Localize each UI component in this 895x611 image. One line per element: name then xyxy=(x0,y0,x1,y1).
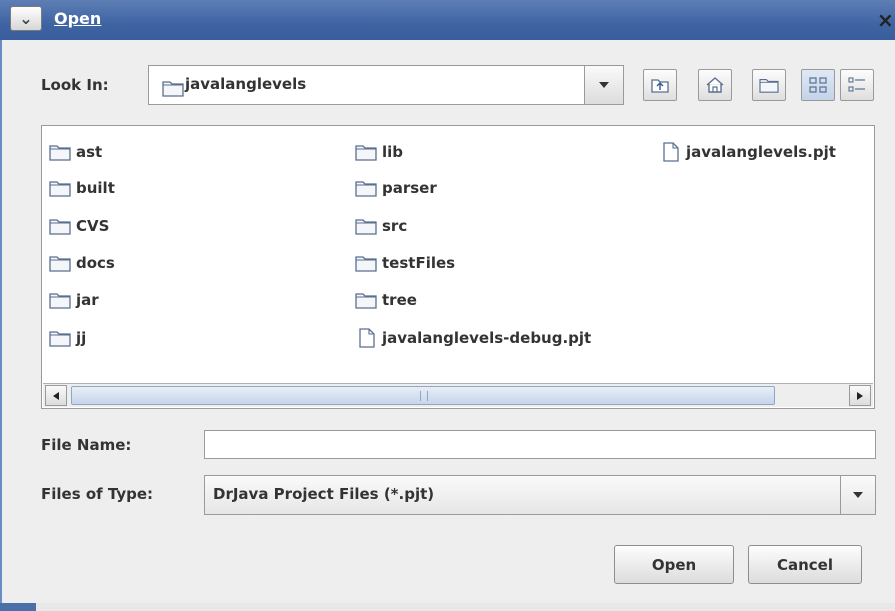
list-item[interactable]: testFiles xyxy=(354,251,455,275)
new-folder-button[interactable] xyxy=(752,69,786,101)
cancel-button[interactable]: Cancel xyxy=(748,545,862,584)
list-view-icon xyxy=(809,77,827,93)
window-bottom-border xyxy=(0,603,895,611)
look-in-combo[interactable]: javalanglevels xyxy=(148,65,624,105)
file-icon xyxy=(354,328,378,348)
folder-icon xyxy=(48,216,72,236)
item-label: tree xyxy=(382,291,417,309)
item-label: jar xyxy=(76,291,99,309)
folder-icon xyxy=(161,78,185,98)
open-dialog: ⌄ Open × Look In: javalanglevels ast bui… xyxy=(0,0,895,611)
window-left-border xyxy=(0,40,10,611)
item-label: javalanglevels.pjt xyxy=(686,143,836,161)
scrollbar-grip xyxy=(420,391,428,401)
item-label: CVS xyxy=(76,217,110,235)
arrow-left-icon xyxy=(53,391,59,400)
item-label: built xyxy=(76,179,115,197)
folder-icon xyxy=(48,142,72,162)
file-type-dropdown-button[interactable] xyxy=(840,476,875,514)
window-menu-button[interactable]: ⌄ xyxy=(10,6,42,31)
list-item[interactable]: ast xyxy=(48,140,102,164)
look-in-value: javalanglevels xyxy=(185,75,307,93)
list-item[interactable]: built xyxy=(48,176,115,200)
item-label: jj xyxy=(76,329,87,347)
scrollbar-thumb[interactable] xyxy=(71,386,775,405)
close-icon[interactable]: × xyxy=(877,8,895,32)
open-button-label: Open xyxy=(651,555,697,574)
folder-icon xyxy=(354,253,378,273)
item-label: src xyxy=(382,217,408,235)
folder-icon xyxy=(354,178,378,198)
title-bar: ⌄ Open × xyxy=(0,0,895,40)
folder-icon xyxy=(48,290,72,310)
list-item[interactable]: docs xyxy=(48,251,115,275)
list-item[interactable]: tree xyxy=(354,288,417,312)
folder-icon xyxy=(354,290,378,310)
home-button[interactable] xyxy=(698,69,732,101)
folder-icon xyxy=(48,253,72,273)
open-button[interactable]: Open xyxy=(614,545,734,584)
cancel-button-label: Cancel xyxy=(776,555,833,574)
window-title: Open xyxy=(54,9,102,28)
arrow-right-icon xyxy=(857,391,863,400)
scroll-left-button[interactable] xyxy=(45,385,67,406)
look-in-dropdown-button[interactable] xyxy=(584,66,623,104)
window-corner-accent xyxy=(0,603,36,611)
file-name-input[interactable] xyxy=(204,430,876,459)
chevron-down-icon: ⌄ xyxy=(19,9,33,28)
list-item[interactable]: src xyxy=(354,214,407,238)
list-item[interactable]: parser xyxy=(354,176,437,200)
item-label: parser xyxy=(382,179,437,197)
details-view-icon xyxy=(848,77,865,92)
item-label: testFiles xyxy=(382,254,456,272)
item-label: lib xyxy=(382,143,404,161)
home-icon xyxy=(706,77,724,93)
new-folder-icon xyxy=(758,76,780,94)
chevron-down-icon xyxy=(599,82,609,88)
item-label: javalanglevels-debug.pjt xyxy=(382,329,592,347)
file-type-combo[interactable]: DrJava Project Files (*.pjt) xyxy=(204,475,876,515)
folder-icon xyxy=(354,142,378,162)
file-name-label: File Name: xyxy=(41,436,132,454)
list-item[interactable]: javalanglevels-debug.pjt xyxy=(354,326,591,350)
up-one-level-button[interactable] xyxy=(643,69,677,101)
item-label: docs xyxy=(76,254,115,272)
scroll-right-button[interactable] xyxy=(849,385,871,406)
file-type-value: DrJava Project Files (*.pjt) xyxy=(213,485,435,503)
folder-icon xyxy=(48,178,72,198)
up-one-level-icon xyxy=(651,79,669,93)
file-type-label: Files of Type: xyxy=(41,485,154,503)
folder-icon xyxy=(48,328,72,348)
details-view-button[interactable] xyxy=(840,69,874,101)
chevron-down-icon xyxy=(853,492,863,498)
list-item[interactable]: lib xyxy=(354,140,403,164)
folder-icon xyxy=(354,216,378,236)
look-in-label: Look In: xyxy=(41,76,109,94)
list-view-button[interactable] xyxy=(801,69,835,101)
list-item[interactable]: jj xyxy=(48,326,86,350)
item-label: ast xyxy=(76,143,103,161)
list-item[interactable]: javalanglevels.pjt xyxy=(658,140,836,164)
list-item[interactable]: jar xyxy=(48,288,99,312)
horizontal-scrollbar[interactable] xyxy=(43,383,873,407)
file-icon xyxy=(658,142,682,162)
file-list[interactable]: ast built CVS docs jar jj lib parser src… xyxy=(41,125,875,409)
list-item[interactable]: CVS xyxy=(48,214,109,238)
